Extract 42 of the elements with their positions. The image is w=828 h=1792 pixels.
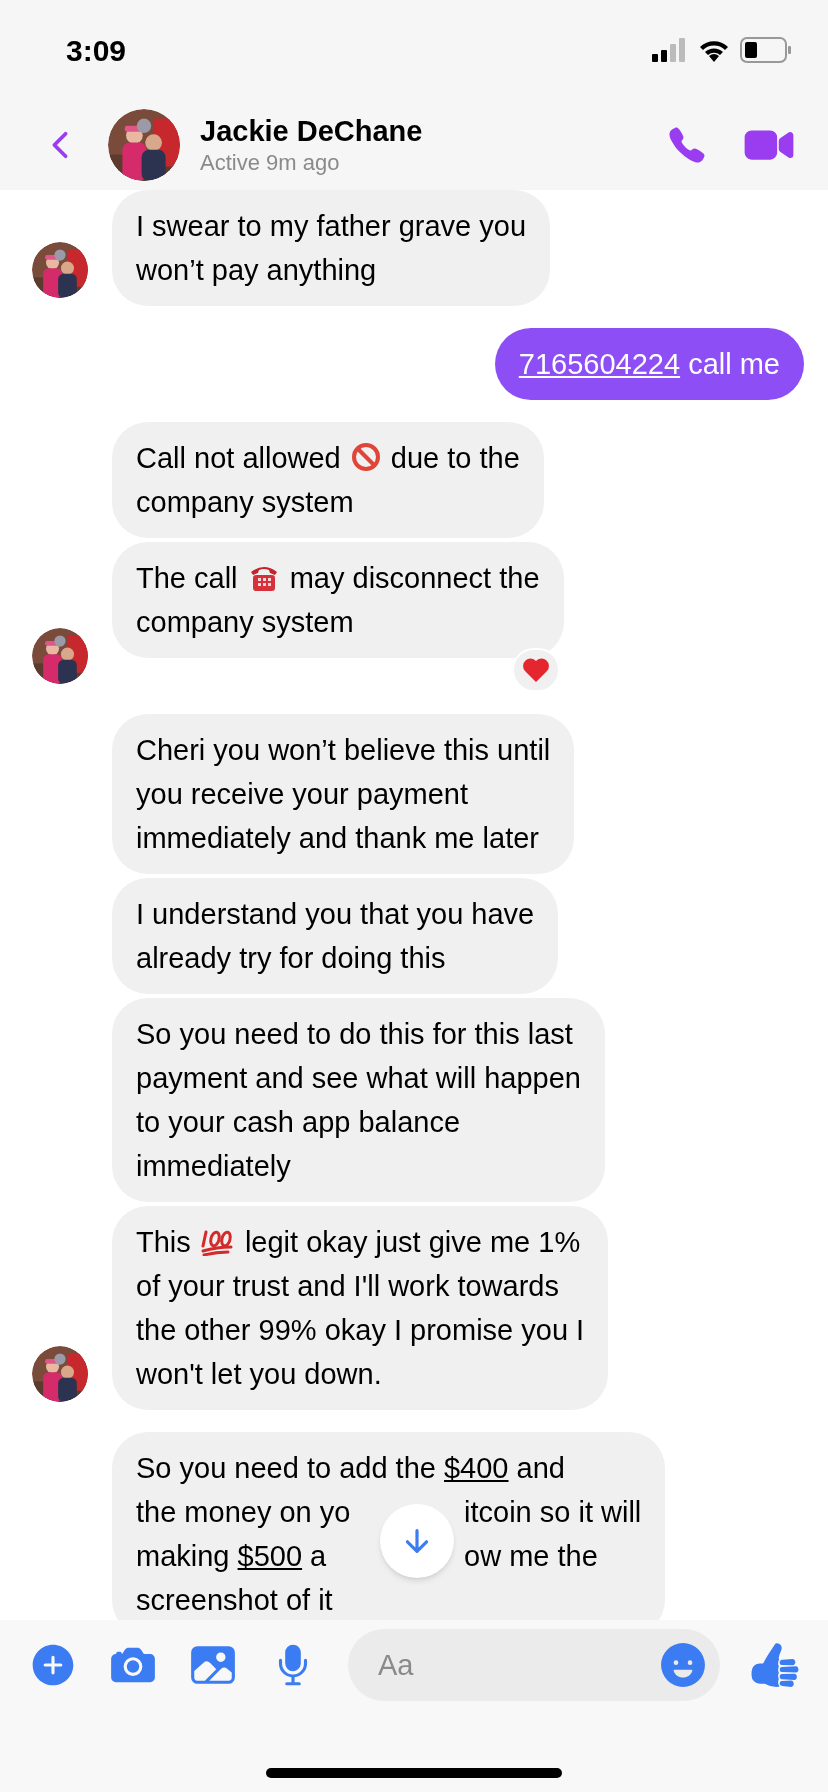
message-text: already try for doing this [136,941,447,976]
contact-name: Jackie DeChane [200,114,424,149]
message-text: So you need to add the $400 and [136,1451,566,1486]
message-text: the other 99% okay I promise you I [136,1313,585,1348]
status-time: 3:09 [66,32,127,69]
message-text: a [309,1540,327,1572]
thumbs-up-icon [750,1640,800,1690]
message-text: you receive your payment [136,777,470,812]
heart-icon [521,657,550,683]
message-text: 7165604224 call me [518,347,780,382]
wifi-icon [698,38,730,62]
message-text: Cheri you won’t believe this until [136,733,551,768]
message-text: company system [136,485,355,520]
message-text: itcoin so it will [464,1496,642,1528]
message-text: company system [136,605,355,640]
message-text: to your cash app balance [136,1105,462,1140]
battery-icon [740,37,792,63]
message-field[interactable]: Aa [348,1629,720,1701]
message-text: won’t pay anything [136,253,378,288]
message-text: screenshot of it [136,1583,334,1618]
smiley-icon[interactable] [658,1640,708,1690]
message-text: the money on yo [136,1496,351,1528]
message-text[interactable]: $500 [237,1540,303,1572]
active-status: Active 9m ago [200,149,341,177]
message-text: So you need to do this for this last [136,1017,574,1052]
like-button[interactable] [750,1640,800,1690]
message-text: ow me the [464,1540,598,1572]
message-text: I understand you that you have [136,897,535,932]
scroll-down-button[interactable] [380,1504,454,1578]
message-text: The call may disconnect the [136,561,540,596]
message-text: won't let you down. [136,1357,383,1392]
prohibited-icon [350,442,381,472]
message-text: of your trust and I'll work towards [136,1269,560,1304]
message-text: immediately and thank me later [136,821,540,856]
message-text: immediately [136,1149,292,1184]
message-text: I swear to my father grave you [136,209,527,244]
message-text: making [136,1540,231,1572]
signal-icon [652,38,688,62]
message-text: Call not allowed due to the [136,441,520,476]
phone-icon [667,125,707,165]
message-text: This legit okay just give me 1% [136,1225,582,1260]
message-text: payment and see what will happen [136,1061,581,1096]
